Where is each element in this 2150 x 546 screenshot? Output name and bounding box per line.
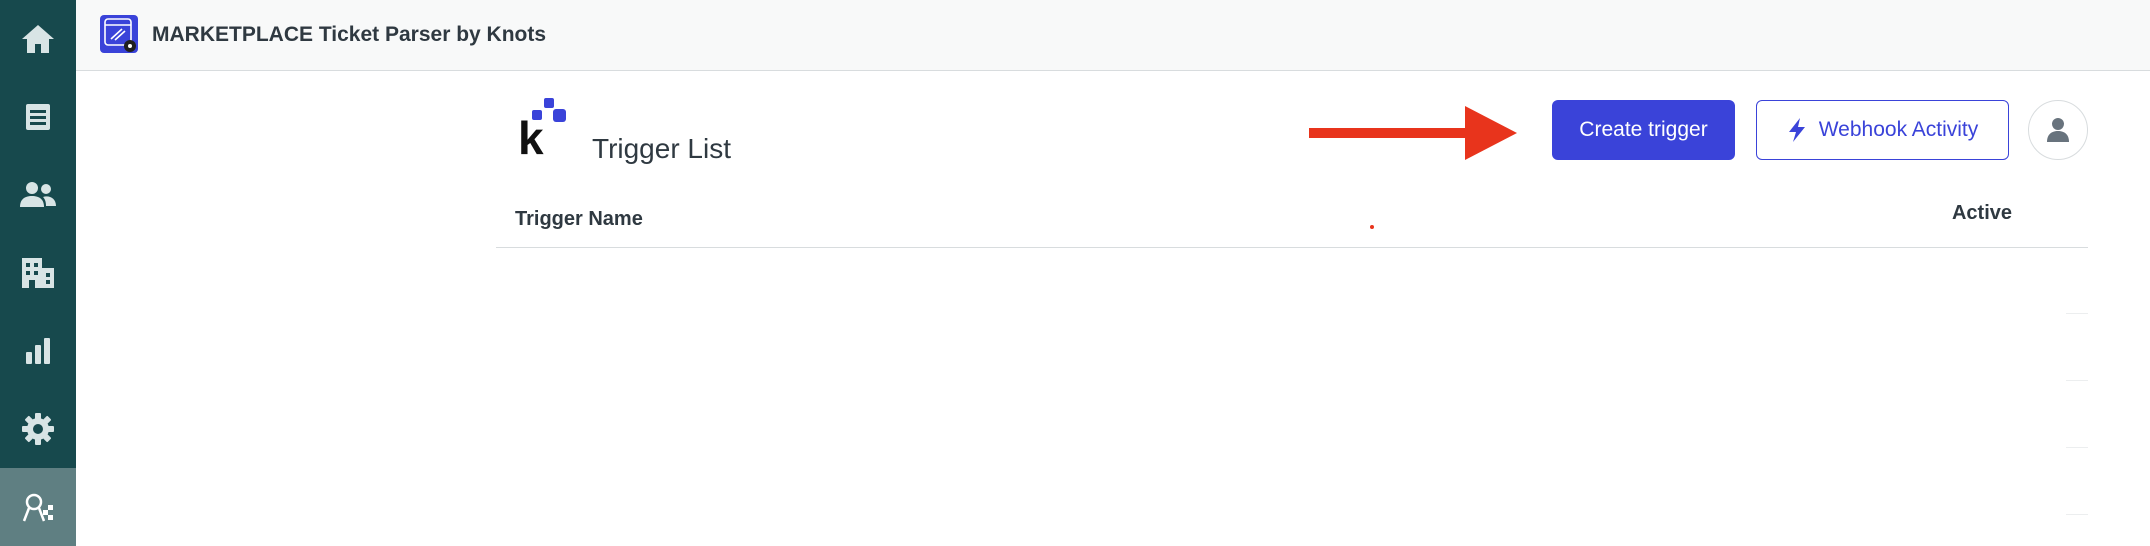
gear-icon: [22, 413, 54, 445]
knots-logo: k: [516, 96, 576, 164]
organizations-icon: [22, 258, 54, 288]
row-divider: [2066, 447, 2088, 448]
bar-chart-icon: [26, 338, 50, 364]
sidebar-item-app[interactable]: [0, 468, 76, 546]
app-title: MARKETPLACE Ticket Parser by Knots: [152, 23, 547, 46]
app-header-bar: MARKETPLACE Ticket Parser by Knots: [76, 0, 2150, 71]
sidebar-item-home[interactable]: [0, 0, 76, 78]
home-icon: [22, 25, 54, 53]
customers-icon: [20, 182, 56, 207]
app-icon: [22, 493, 53, 522]
app-logo-icon: [100, 15, 138, 53]
sidebar-item-organizations[interactable]: [0, 234, 76, 312]
trigger-table-header: Trigger Name Active: [496, 196, 2088, 248]
sidebar-item-views[interactable]: [0, 78, 76, 156]
annotation-dot: [1370, 225, 1374, 229]
row-divider: [2066, 380, 2088, 381]
webhook-activity-label: Webhook Activity: [1818, 118, 1979, 141]
product-sidebar: [0, 0, 76, 546]
sidebar-item-reporting[interactable]: [0, 312, 76, 390]
row-divider: [2066, 313, 2088, 314]
webhook-activity-button[interactable]: Webhook Activity: [1756, 100, 2009, 160]
user-icon: [2047, 118, 2069, 142]
sidebar-item-admin[interactable]: [0, 390, 76, 468]
column-header-trigger-name: Trigger Name: [515, 208, 643, 230]
views-icon: [26, 104, 50, 130]
row-divider: [2066, 514, 2088, 515]
user-avatar[interactable]: [2028, 100, 2088, 160]
column-header-active: Active: [1951, 202, 2012, 224]
lightning-icon: [1788, 118, 1805, 142]
create-trigger-button[interactable]: Create trigger: [1552, 100, 1735, 160]
page-title: Trigger List: [592, 132, 732, 164]
annotation-arrow-icon: [1309, 106, 1517, 160]
svg-text:k: k: [518, 112, 544, 160]
sidebar-item-customers[interactable]: [0, 156, 76, 234]
